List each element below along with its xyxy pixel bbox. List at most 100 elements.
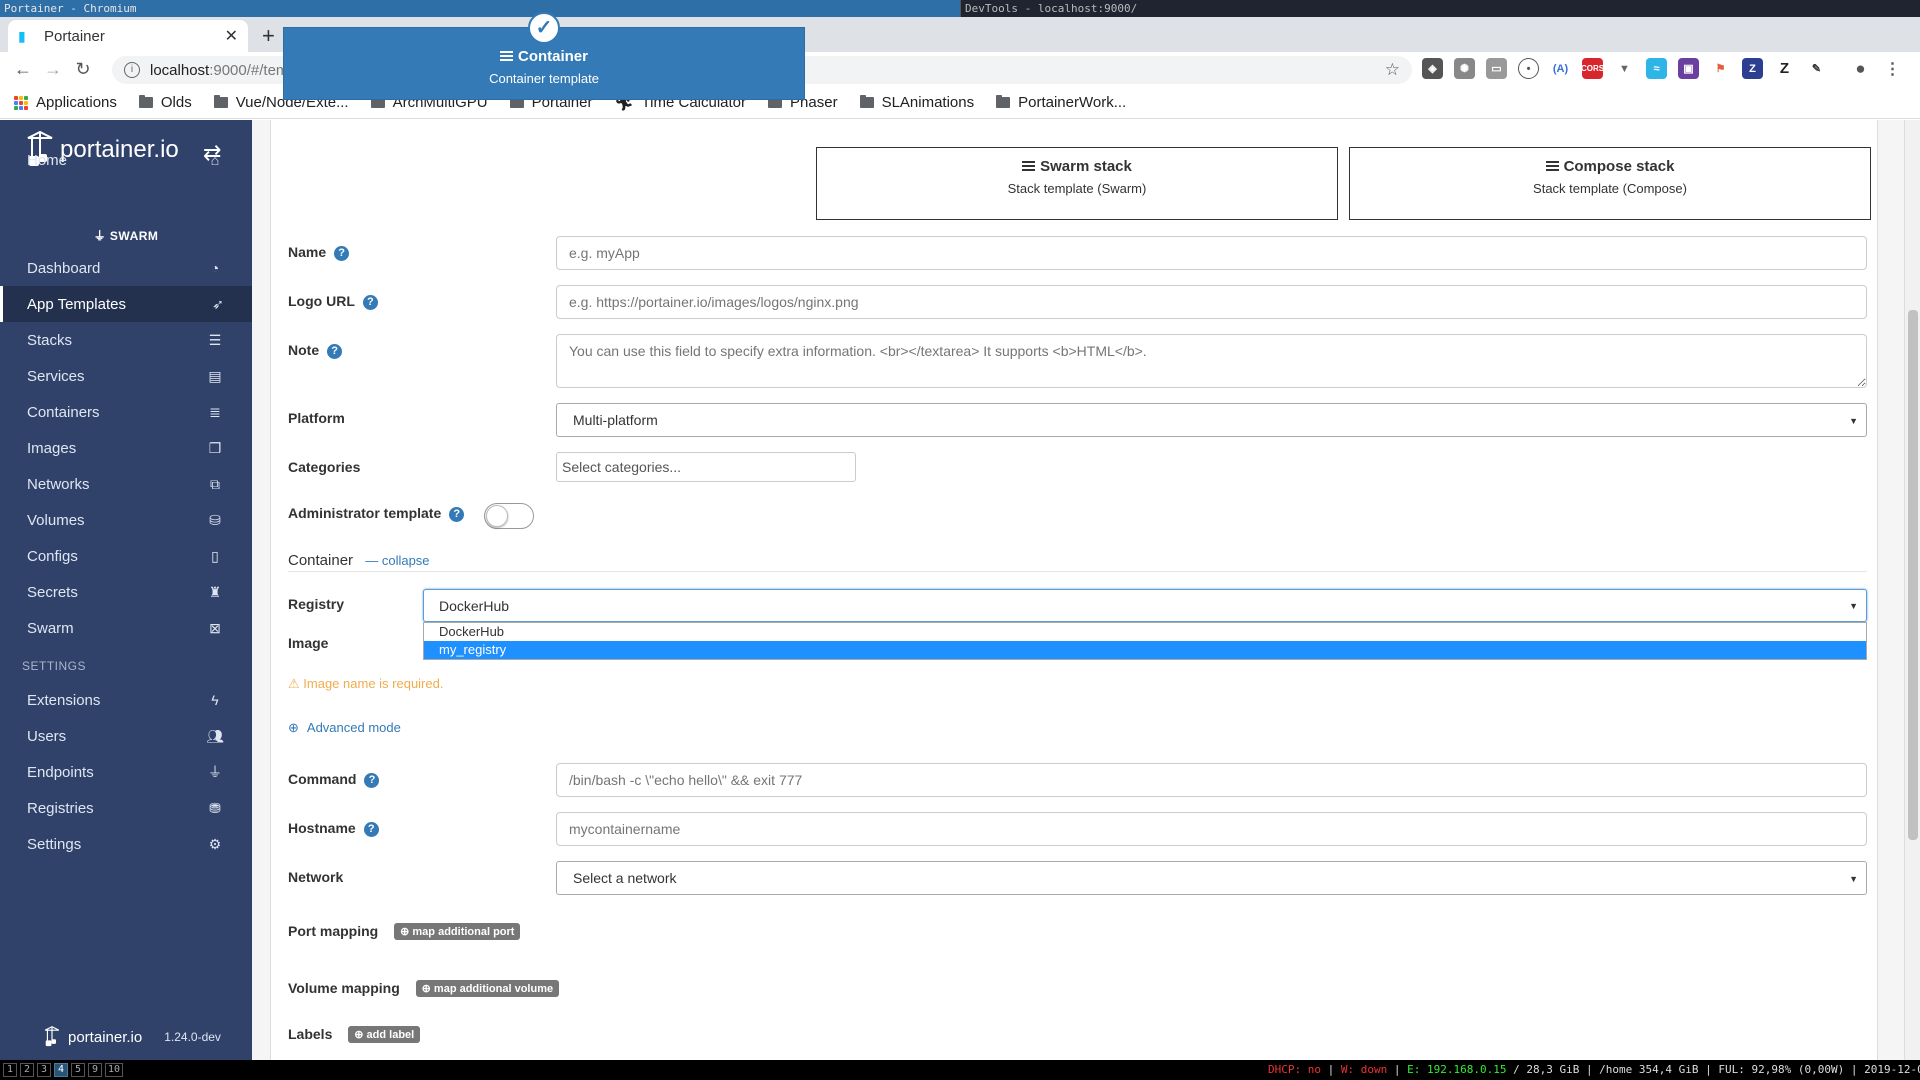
sidebar-item-endpoints[interactable]: Endpoints ⏚ (0, 754, 252, 790)
help-icon[interactable]: ? (363, 822, 379, 837)
plus-circle-icon: ⊕ (421, 983, 434, 995)
template-type-title: Compose stack (1350, 158, 1870, 175)
workspace-button[interactable]: 1 (3, 1063, 17, 1077)
page-scrollbar[interactable] (1904, 120, 1920, 1060)
add-label-button[interactable]: ⊕ add label (348, 1026, 421, 1043)
extension-gear-icon[interactable]: ✺ (1454, 58, 1475, 79)
help-icon[interactable]: ? (334, 246, 350, 261)
workspace-button[interactable]: 10 (105, 1063, 123, 1077)
platform-select[interactable]: Multi-platform ▼ (556, 403, 1867, 437)
workspace-button[interactable]: 3 (37, 1063, 51, 1077)
sidebar-item-extensions[interactable]: Extensions ϟ (0, 682, 252, 718)
profile-icon[interactable]: ● (1850, 58, 1871, 79)
help-icon[interactable]: ? (364, 773, 380, 788)
template-type-subtitle: Stack template (Swarm) (1007, 181, 1147, 196)
sidebar-item-images[interactable]: Images ❐ (0, 430, 252, 466)
workspace-button-active[interactable]: 4 (54, 1063, 68, 1077)
hostname-input[interactable] (556, 812, 1867, 846)
extension-v-icon[interactable]: ▼ (1614, 58, 1635, 79)
menu-icon[interactable]: ⋮ (1882, 58, 1903, 79)
sidebar-item-label: Extensions (27, 691, 101, 709)
extension-gift-icon[interactable]: ▣ (1678, 58, 1699, 79)
bookmark-slanimations[interactable]: SLAnimations (859, 94, 974, 111)
sidebar-item-app-templates[interactable]: App Templates ➶ (0, 286, 252, 322)
sidebar-item-home[interactable]: Home ⌂ (0, 142, 252, 178)
extension-icons: ◈ ✺ ▭ • (A) CORS ▼ ≈ ▣ ⚑ Z Z ✎ ● ⋮ (1422, 58, 1903, 79)
browser-tab[interactable]: ▮ Portainer ✕ (8, 20, 248, 52)
bookmark-olds[interactable]: Olds (138, 94, 192, 111)
sidebar-item-stacks[interactable]: Stacks ☰ (0, 322, 252, 358)
portainer-favicon-icon: ▮ (18, 28, 26, 44)
bookmark-portainerwork[interactable]: PortainerWork... (996, 94, 1126, 111)
sidebar-item-label: Containers (27, 403, 100, 421)
bookmark-applications[interactable]: Applications (14, 94, 117, 111)
home-icon: ⌂ (210, 152, 220, 168)
categories-select[interactable]: Select categories... (556, 452, 856, 482)
new-tab-icon[interactable]: + (262, 23, 275, 49)
containers-icon: ≣ (209, 403, 221, 420)
sidebar-item-dashboard[interactable]: Dashboard ◔ (0, 250, 252, 286)
template-type-compose-stack[interactable]: Compose stack Stack template (Compose) (1349, 147, 1871, 220)
extension-share-icon[interactable]: ⚑ (1710, 58, 1731, 79)
os-title-bar: Portainer - Chromium DevTools - localhos… (0, 0, 1920, 17)
workspace-button[interactable]: 2 (20, 1063, 34, 1077)
disk-battery-clock: / 28,3 GiB | /home 354,4 GiB | FUL: 92,9… (1513, 1063, 1920, 1076)
workspace-button[interactable]: 9 (88, 1063, 102, 1077)
extension-wave-icon[interactable]: ≈ (1646, 58, 1667, 79)
reload-icon[interactable]: ↻ (68, 59, 98, 80)
advanced-mode-link[interactable]: ⊕ Advanced mode (288, 720, 401, 736)
extension-z-icon[interactable]: Z (1774, 58, 1795, 79)
list-icon (1022, 161, 1036, 172)
template-type-swarm-stack[interactable]: Swarm stack Stack template (Swarm) (816, 147, 1338, 220)
swarm-icon: ⊠ (209, 619, 221, 636)
sidebar-item-settings[interactable]: Settings ⚙ (0, 826, 252, 862)
admin-template-toggle[interactable] (484, 503, 534, 529)
dashboard-icon: ◔ (210, 260, 220, 276)
sidebar-item-label: Settings (27, 835, 82, 853)
workspace-button[interactable]: 5 (71, 1063, 85, 1077)
registry-option-selected[interactable]: my_registry (424, 641, 1866, 659)
extension-circle-icon[interactable]: • (1518, 58, 1539, 79)
extension-pen-icon[interactable]: ✎ (1806, 58, 1827, 79)
sidebar-item-secrets[interactable]: Secrets ♜ (0, 574, 252, 610)
name-input[interactable] (556, 236, 1867, 270)
logo-url-input[interactable] (556, 285, 1867, 319)
registry-select[interactable]: DockerHub ▼ (423, 589, 1867, 622)
back-icon[interactable]: ← (8, 59, 38, 80)
forward-icon[interactable]: → (38, 59, 68, 80)
registry-option[interactable]: DockerHub (424, 623, 1866, 641)
sidebar-item-services[interactable]: Services ▤ (0, 358, 252, 394)
ethernet-status: E: 192.168.0.15 (1407, 1063, 1507, 1076)
sidebar-item-containers[interactable]: Containers ≣ (0, 394, 252, 430)
bolt-icon: ϟ (211, 692, 219, 708)
sidebar-item-swarm[interactable]: Swarm ⊠ (0, 610, 252, 646)
command-input[interactable] (556, 763, 1867, 797)
sidebar-item-registries[interactable]: Registries ⛃ (0, 790, 252, 826)
map-additional-port-button[interactable]: ⊕ map additional port (394, 923, 521, 940)
sidebar-item-label: Secrets (27, 583, 78, 601)
extension-cast-icon[interactable]: ▭ (1486, 58, 1507, 79)
site-info-icon[interactable]: i (124, 62, 140, 78)
bookmark-star-icon[interactable]: ☆ (1385, 60, 1400, 80)
help-icon[interactable]: ? (327, 344, 343, 359)
help-icon[interactable]: ? (449, 507, 465, 522)
sidebar-item-users[interactable]: Users 👥︎ (0, 718, 252, 754)
note-textarea[interactable] (556, 334, 1867, 388)
extension-a-icon[interactable]: (A) (1550, 58, 1571, 79)
template-type-container[interactable]: ✓ Container Container template (283, 12, 805, 100)
sidebar-item-configs[interactable]: Configs ▯ (0, 538, 252, 574)
scrollbar-thumb[interactable] (1908, 310, 1918, 840)
close-tab-icon[interactable]: ✕ (225, 26, 238, 46)
cors-icon[interactable]: CORS (1581, 58, 1604, 79)
help-icon[interactable]: ? (362, 295, 378, 310)
sitemap-icon: ⧉ (210, 475, 220, 492)
collapse-link[interactable]: — collapse (365, 553, 429, 568)
sidebar-item-volumes[interactable]: Volumes ⛁ (0, 502, 252, 538)
map-additional-volume-button[interactable]: ⊕ map additional volume (415, 980, 560, 997)
template-type-title: Swarm stack (817, 158, 1337, 175)
sidebar-item-networks[interactable]: Networks ⧉ (0, 466, 252, 502)
ublock-icon[interactable]: ◈ (1422, 58, 1443, 79)
extension-z-blue-icon[interactable]: Z (1742, 58, 1763, 79)
images-icon: ❐ (208, 439, 222, 456)
network-select[interactable]: Select a network ▼ (556, 861, 1867, 895)
